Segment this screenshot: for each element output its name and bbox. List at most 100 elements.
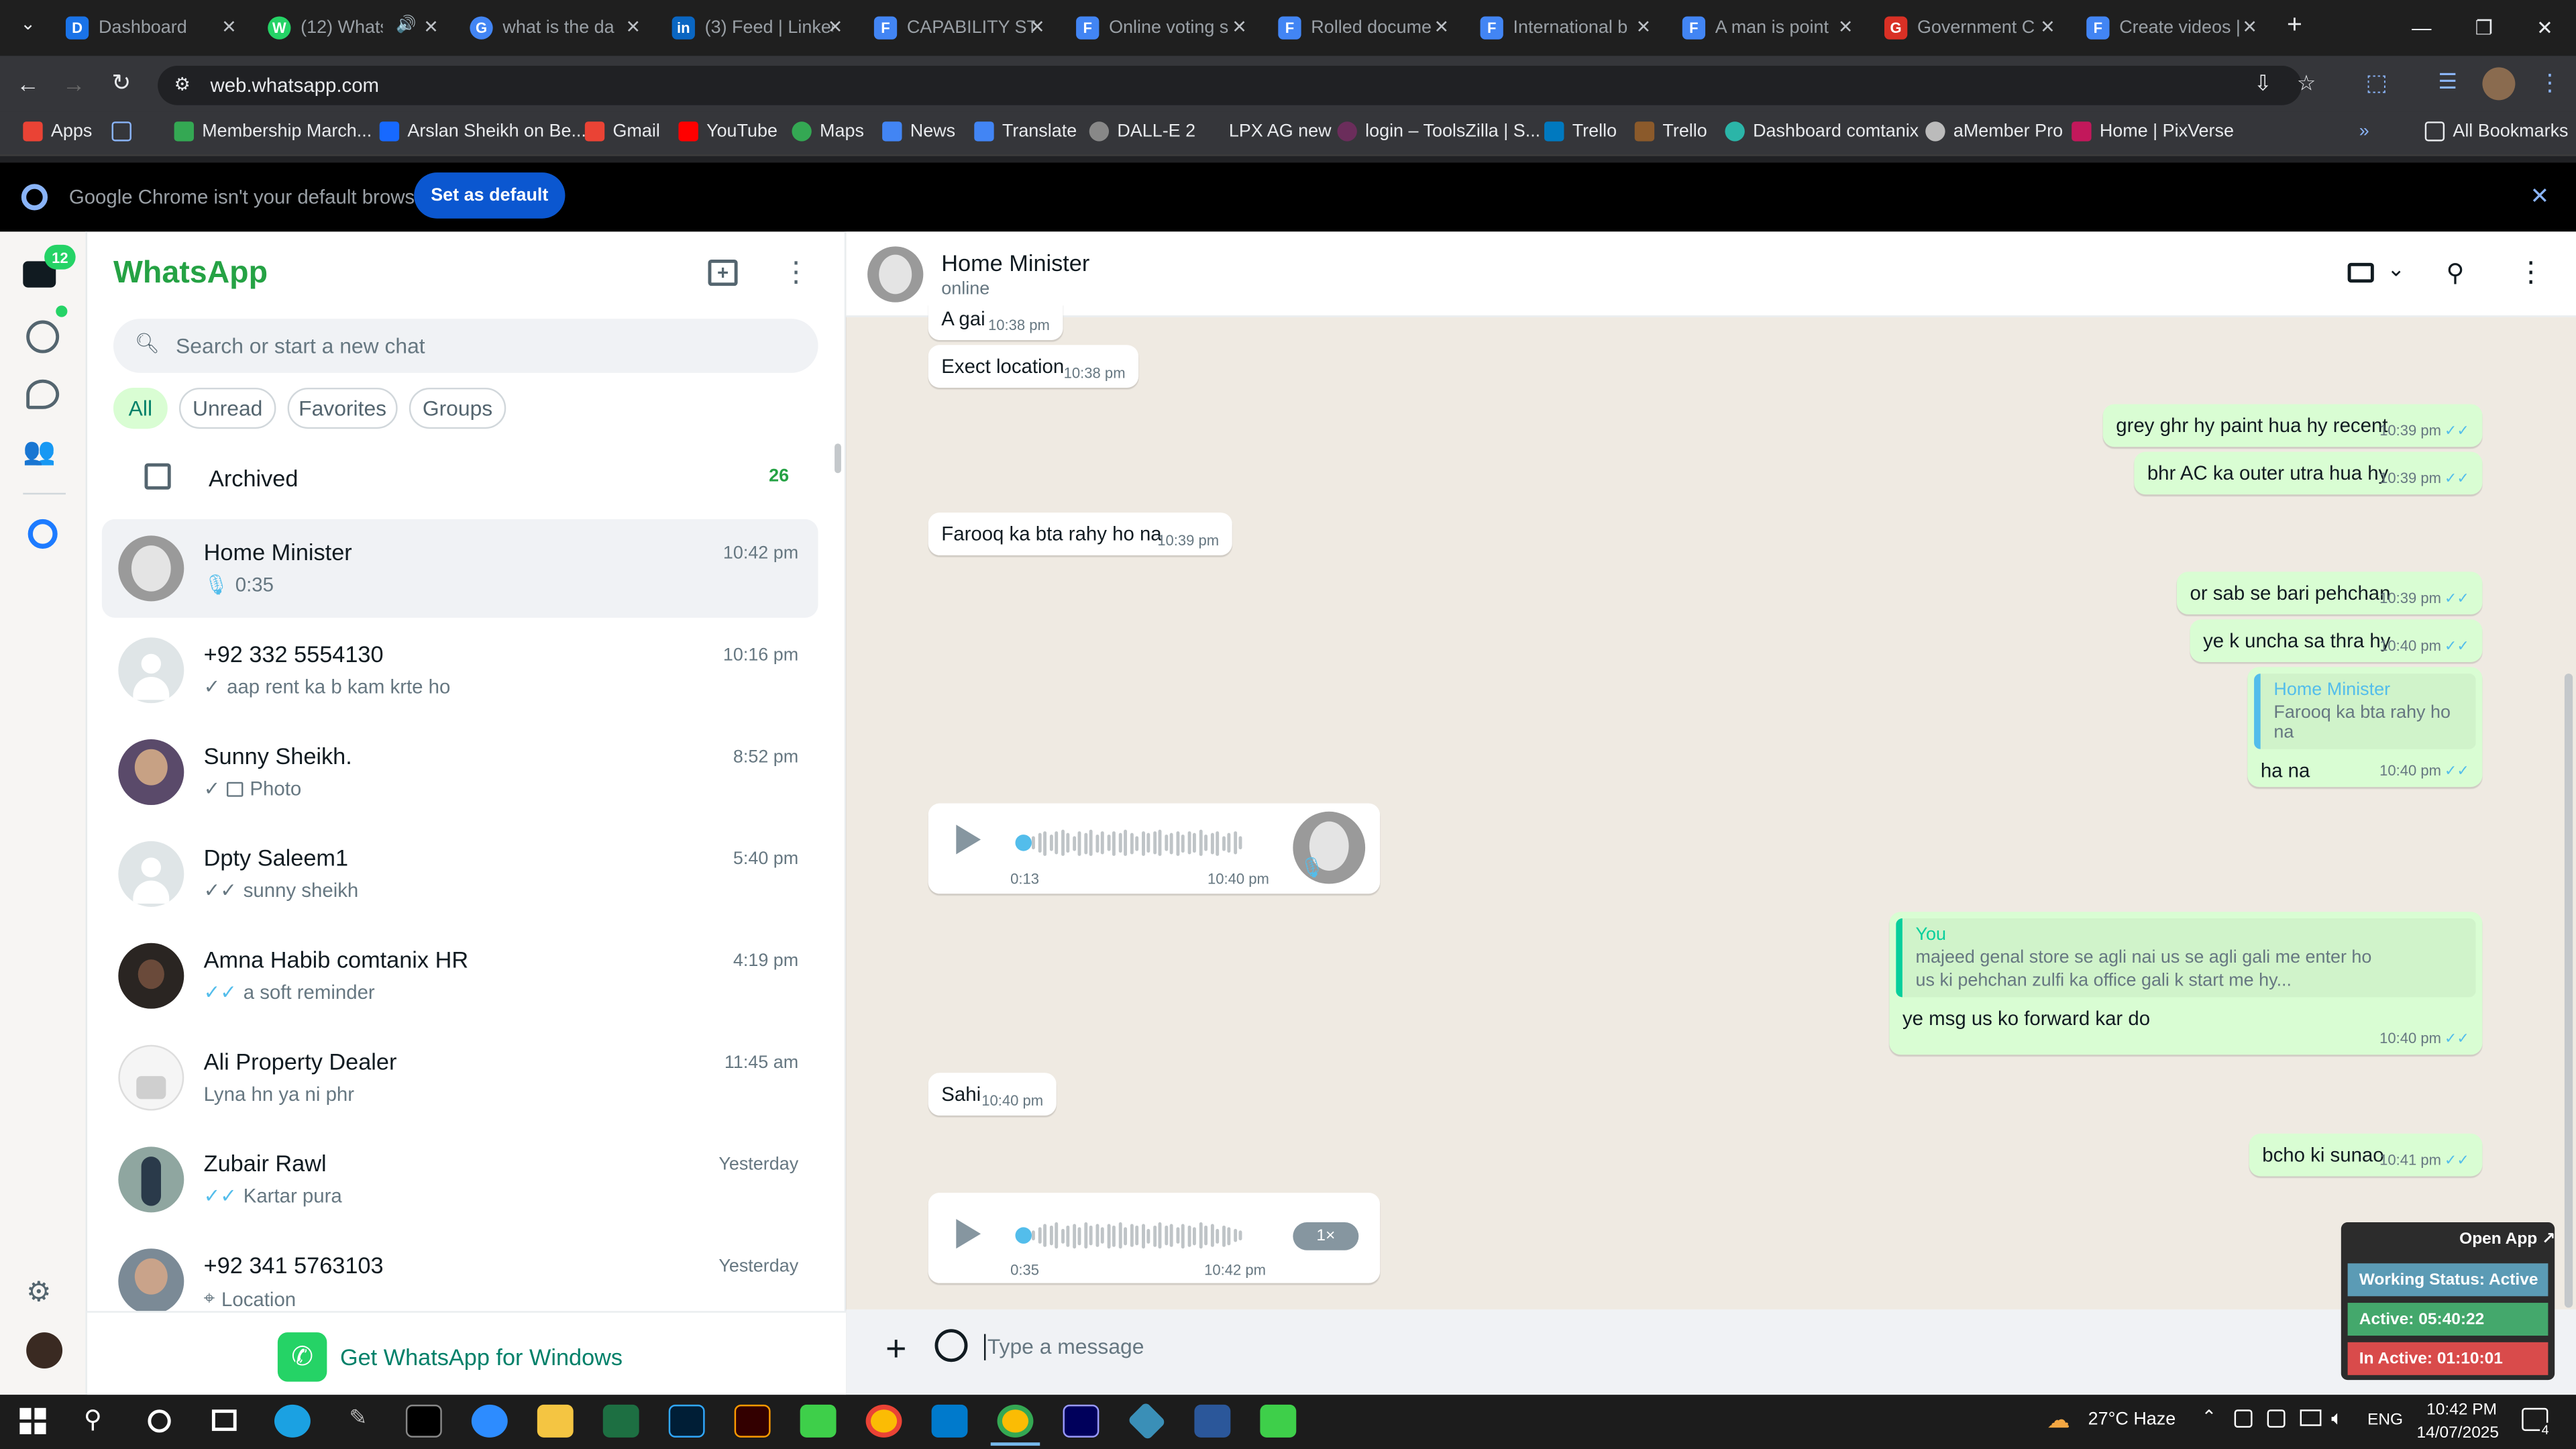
chat-row-zubair-rawl[interactable]: Zubair Rawl Yesterday ✓✓ Kartar pura [102,1130,818,1229]
outgoing-message[interactable]: ye k uncha sa thra hy 10:40 pm ✓✓ [2190,619,2483,662]
audio-playing-icon[interactable]: 🔊 [396,16,416,34]
status-icon[interactable] [26,320,60,354]
voice-message[interactable]: 0:13 10:40 pm 🎙︎ [928,803,1381,894]
tab-forms-4[interactable]: F International b ✕ [1467,7,1661,50]
message-input[interactable]: Type a message [983,1324,2331,1371]
edge-icon[interactable] [274,1404,311,1438]
profile-avatar[interactable] [26,1332,63,1369]
playback-speed-button[interactable]: 1× [1293,1222,1359,1250]
word-icon[interactable] [1194,1404,1231,1438]
contact-avatar[interactable] [867,246,924,303]
quoted-message[interactable]: Home Minister Farooq ka bta rahy ho na [2254,674,2476,749]
tab-google-search[interactable]: Gwhat is the dat ✕ [457,7,651,50]
bookmark-star-icon[interactable]: ☆ [2297,70,2316,97]
list-scrollbar[interactable] [835,443,841,474]
tab-linkedin[interactable]: in (3) Feed | Linked ✕ [659,7,853,50]
install-app-icon[interactable]: ⇩ [2254,70,2272,97]
outgoing-message[interactable]: bcho ki sunao 10:41 pm ✓✓ [2249,1133,2483,1177]
bookmark-gmail[interactable]: Gmail [584,121,660,142]
weather-icon[interactable]: ☁ [2047,1406,2070,1434]
bookmark-amember[interactable]: aMember Pro [1925,121,2063,142]
tab-forms-1[interactable]: F CAPABILITY ST ✕ [861,7,1055,50]
settings-icon[interactable]: ⚙ [26,1277,51,1309]
start-icon[interactable] [19,1407,46,1434]
premiere-icon[interactable] [1063,1404,1099,1438]
bookmark-toolszilla[interactable]: login – ToolsZilla | S... [1337,121,1540,142]
reload-icon[interactable]: ↻ [112,69,131,97]
reading-list-icon[interactable]: ☰ [2438,69,2457,95]
close-tab-icon[interactable]: ✕ [1434,16,1449,38]
chrome-icon[interactable] [865,1404,902,1438]
outgoing-message[interactable]: or sab se bari pehchan 10:39 pm ✓✓ [2176,572,2483,614]
tab-forms-3[interactable]: F Rolled docume ✕ [1265,7,1459,50]
chrome-active-icon[interactable] [997,1404,1034,1438]
vscode-icon[interactable] [931,1404,968,1438]
conversation-header[interactable]: Home Minister online ⌄ ⚲ ⋮ [846,231,2576,317]
bookmark-apps[interactable]: Apps [23,121,92,142]
all-bookmarks[interactable]: All Bookmarks [2424,121,2569,142]
weather-text[interactable]: 27°C Haze [2088,1409,2176,1429]
excel-icon[interactable] [602,1404,639,1438]
close-window-icon[interactable]: ✕ [2514,0,2576,56]
get-app-banner[interactable]: ✆ Get WhatsApp for Windows [87,1311,847,1395]
tab-forms-2[interactable]: F Online voting s ✕ [1063,7,1257,50]
outgoing-message[interactable]: grey ghr hy paint hua hy recent 10:39 pm… [2102,404,2483,447]
file-explorer-icon[interactable] [537,1404,574,1438]
app-green-2-icon[interactable] [1260,1404,1297,1438]
search-icon[interactable]: ⚲ [2447,258,2465,288]
minimize-icon[interactable]: — [2390,0,2453,56]
bookmark-behance[interactable]: Arslan Sheikh on Be... [379,121,586,142]
close-tab-icon[interactable]: ✕ [423,16,439,38]
address-bar[interactable]: ⚙ web.whatsapp.com ⇩ ☆ [158,65,2316,105]
browser-menu-icon[interactable]: ⋮ [2538,69,2561,97]
tab-dashboard[interactable]: D Dashboard ✕ [52,7,246,50]
bookmark-trello-2[interactable]: Trello [1634,121,1707,142]
close-infobar-icon[interactable]: ✕ [2530,182,2549,211]
clock-date[interactable]: 14/07/2025 [2416,1424,2499,1442]
filter-unread[interactable]: Unread [178,387,276,429]
filter-all[interactable]: All [113,387,168,429]
search-input[interactable]: 🔍︎ Search or start a new chat [113,319,818,373]
chat-row-contact-2[interactable]: +92 341 5763103 Yesterday ⌖ Location [102,1232,818,1311]
bookmark-news[interactable]: News [882,121,955,142]
illustrator-icon[interactable] [734,1404,771,1438]
chat-row-ali-property[interactable]: Ali Property Dealer 11:45 am Lyna hn ya … [102,1028,818,1127]
chat-row-amna-habib[interactable]: Amna Habib comtanix HR 4:19 pm ✓✓ a soft … [102,926,818,1025]
quoted-message[interactable]: You majeed genal store se agli nai us se… [1896,918,2476,998]
voice-waveform[interactable] [1031,1221,1242,1250]
tab-forms-6[interactable]: F Create videos | ✕ [2074,7,2267,50]
open-app-link[interactable]: Open App ↗ [2459,1230,2555,1248]
close-tab-icon[interactable]: ✕ [2242,16,2257,38]
terminal-icon[interactable] [405,1404,442,1438]
bookmark-maps[interactable]: Maps [792,121,864,142]
attach-plus-icon[interactable]: + [885,1328,906,1371]
chat-row-contact-1[interactable]: +92 332 5554130 10:16 pm ✓ aap rent ka b … [102,621,818,720]
bookmark-trello-1[interactable]: Trello [1544,121,1617,142]
bookmark-grid[interactable] [111,121,140,142]
cortana-icon[interactable] [148,1409,171,1433]
more-bookmarks-icon[interactable]: » [2359,121,2369,141]
sticker-icon[interactable] [934,1329,968,1362]
set-default-button[interactable]: Set as default [414,172,566,219]
play-icon[interactable] [956,824,981,855]
bookmark-lpx[interactable]: LPX AG new [1201,121,1332,141]
tray-app-2-icon[interactable] [2267,1409,2286,1428]
play-icon[interactable] [956,1219,981,1249]
chat-row-home-minister[interactable]: Home Minister 10:42 pm 🎙︎ 0:35 [101,519,818,618]
incoming-message[interactable]: Exect location 10:38 pm [928,345,1139,388]
extensions-icon[interactable]: ⬚ [2366,69,2387,97]
new-chat-icon[interactable]: + [708,259,738,286]
bookmark-pixverse[interactable]: Home | PixVerse [2072,121,2234,142]
tray-app-icon[interactable] [2234,1409,2253,1428]
communities-icon[interactable]: 👥 [23,435,56,468]
close-tab-icon[interactable]: ✕ [221,16,237,38]
volume-icon[interactable]: 🔈︎ [2331,1406,2343,1431]
new-tab-icon[interactable]: + [2287,11,2302,41]
tab-government[interactable]: G Government C ✕ [1871,7,2065,50]
voice-waveform[interactable] [1031,828,1242,857]
zoom-icon[interactable] [471,1404,508,1438]
search-icon[interactable]: ⚲ [84,1405,102,1434]
close-tab-icon[interactable]: ✕ [2040,16,2055,38]
video-call-icon[interactable] [2347,262,2374,283]
bookmark-dalle[interactable]: DALL-E 2 [1089,121,1195,142]
